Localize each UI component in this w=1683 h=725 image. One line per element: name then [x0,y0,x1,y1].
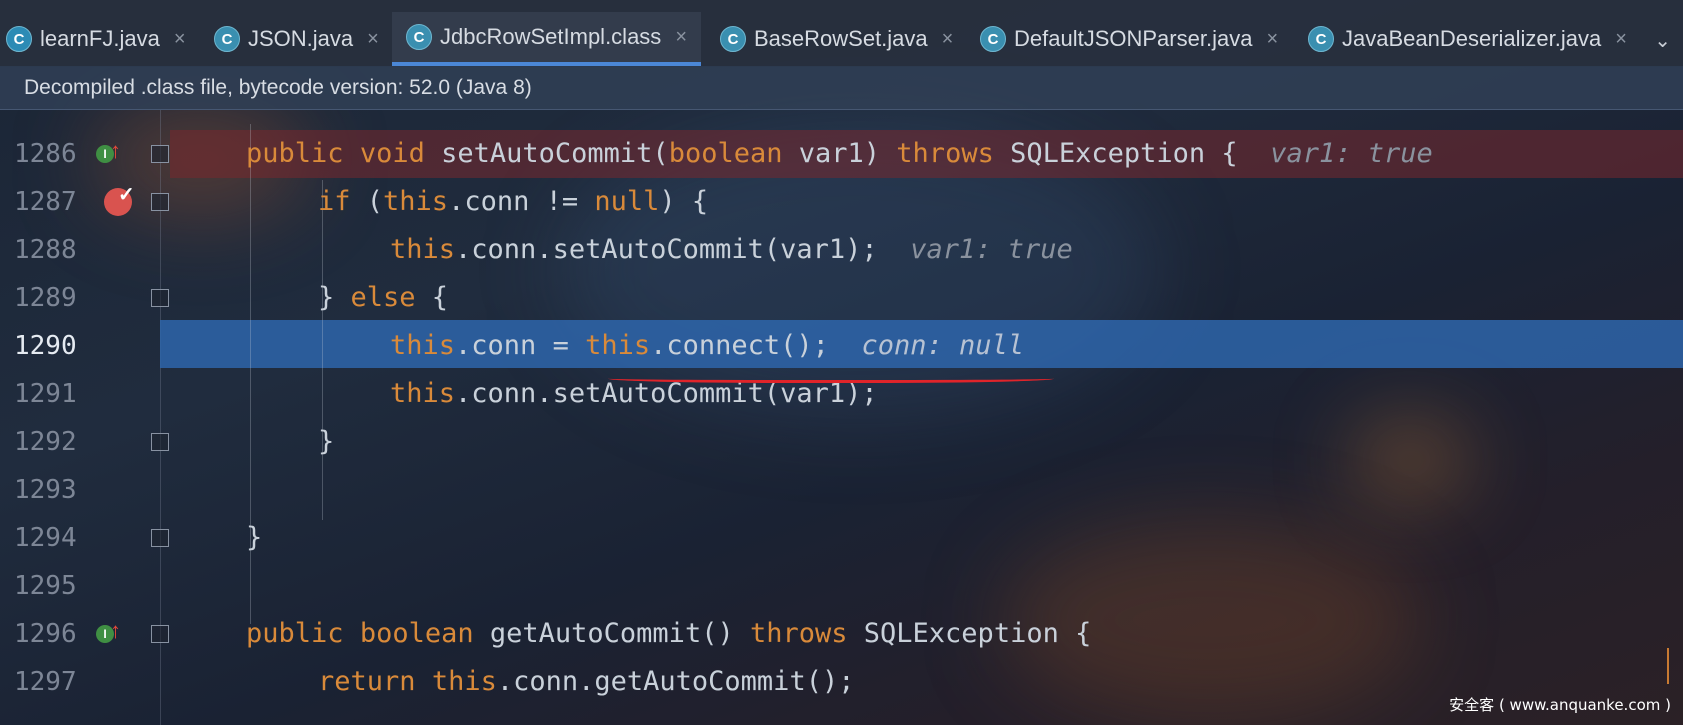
class-icon: C [214,26,240,52]
line-number: 1297 [14,667,77,697]
inline-value-hint: conn: null [861,330,1024,361]
code-text: .conn != [448,186,595,217]
arrow-up-icon[interactable]: ↑ [110,618,121,644]
tab-label: learnFJ.java [40,26,160,51]
line-number: 1291 [14,379,77,409]
close-icon[interactable]: × [1266,28,1278,51]
keyword: this [431,666,497,697]
scrollbar-marker[interactable] [1667,648,1683,684]
keyword: null [594,186,660,217]
code-line-1289: } else { [318,274,448,322]
arrow-up-icon[interactable]: ↑ [110,138,121,164]
close-icon[interactable]: × [367,28,379,51]
code-text: ) { [659,186,709,217]
code-line-1297: return this.conn.getAutoCommit(); [318,658,854,706]
tab-label: BaseRowSet.java [754,26,928,51]
line-number: 1294 [14,523,77,553]
tab-label: DefaultJSONParser.java [1014,26,1253,51]
line-number: 1292 [14,427,77,457]
code-line-1294: } [246,514,262,562]
keyword: this [390,330,456,361]
code-text: { [415,282,449,313]
keyword: public [246,138,344,169]
keyword: throws [896,138,994,169]
close-icon[interactable]: × [675,26,687,49]
keyword: if [318,186,351,217]
code-text: setAutoCommit( [441,138,669,169]
fold-icon[interactable] [151,145,169,163]
code-line-1290: this.conn = this.connect(); conn: null [390,322,1024,370]
code-text: } [318,282,351,313]
inline-value-hint: var1: true [1270,138,1433,169]
code-line-1287: if (this.conn != null) { [318,178,708,226]
class-icon: C [1308,26,1334,52]
close-icon[interactable]: × [174,28,186,51]
class-icon: C [980,26,1006,52]
fold-icon[interactable] [151,193,169,211]
code-text: .conn = [455,330,586,361]
fold-icon[interactable] [151,289,169,307]
tab-learnfj[interactable]: C learnFJ.java × [6,12,186,66]
keyword: throws [749,618,848,649]
keyword: void [359,138,425,169]
line-number: 1290 [14,331,77,361]
line-number: 1288 [14,235,77,265]
chevron-down-icon[interactable]: ⌄ [1654,28,1671,53]
code-text: .conn.setAutoCommit(var1); [455,234,878,265]
code-text: getAutoCommit() [489,618,750,649]
keyword: return [318,666,416,697]
code-line-1292: } [318,418,334,466]
code-text: .conn.getAutoCommit(); [496,666,855,697]
tab-defaultjsonparser[interactable]: C DefaultJSONParser.java × [980,12,1278,66]
line-number: 1295 [14,571,77,601]
red-underline-annotation [608,372,1054,383]
indent-guide [322,180,323,520]
keyword: this [383,186,449,217]
fold-icon[interactable] [151,529,169,547]
tab-json[interactable]: C JSON.java × [214,12,379,66]
line-number: 1286 [14,139,77,169]
line-number: 1287 [14,187,77,217]
keyword: this [390,234,456,265]
tab-baserowset[interactable]: C BaseRowSet.java × [720,12,953,66]
tab-javabeandeserializer[interactable]: C JavaBeanDeserializer.java × [1308,12,1627,66]
code-line-1286: public void setAutoCommit(boolean var1) … [246,130,1433,178]
check-icon: ✓ [118,184,135,206]
tab-label: JSON.java [248,26,354,51]
watermark: 安全客 ( www.anquanke.com ) [1449,696,1671,714]
keyword: boolean [359,618,474,649]
keyword: this [390,378,456,409]
code-editor[interactable]: 1286 I ↑ public void setAutoCommit(boole… [0,110,1683,725]
code-line-1288: this.conn.setAutoCommit(var1); var1: tru… [390,226,1073,274]
fold-icon[interactable] [151,625,169,643]
line-number: 1293 [14,475,77,505]
keyword: else [350,282,416,313]
code-text: } [318,426,335,457]
tab-jdbcrowsetimpl[interactable]: C JdbcRowSetImpl.class × [392,12,701,66]
code-line-1296: public boolean getAutoCommit() throws SQ… [246,610,1091,658]
line-number: 1296 [14,619,77,649]
tab-label: JavaBeanDeserializer.java [1342,26,1602,51]
keyword: boolean [668,138,783,169]
code-text: var1) [798,138,897,169]
inline-value-hint: var1: true [910,234,1073,265]
fold-icon[interactable] [151,433,169,451]
code-text: ( [350,186,384,217]
class-icon: C [720,26,746,52]
editor-tab-bar: C learnFJ.java × C JSON.java × C JdbcRow… [0,0,1683,67]
keyword: public [246,618,344,649]
code-text: .connect(); [650,330,829,361]
run-class-icon: C [6,26,32,52]
close-icon[interactable]: × [942,28,954,51]
code-text: } [246,522,263,553]
close-icon[interactable]: × [1615,28,1627,51]
decompiled-banner: Decompiled .class file, bytecode version… [0,66,1683,110]
line-number: 1289 [14,283,77,313]
keyword: this [585,330,651,361]
code-text: SQLException { [847,618,1092,649]
tab-label: JdbcRowSetImpl.class [440,24,662,49]
code-text: SQLException { [993,138,1238,169]
class-icon: C [406,24,432,50]
